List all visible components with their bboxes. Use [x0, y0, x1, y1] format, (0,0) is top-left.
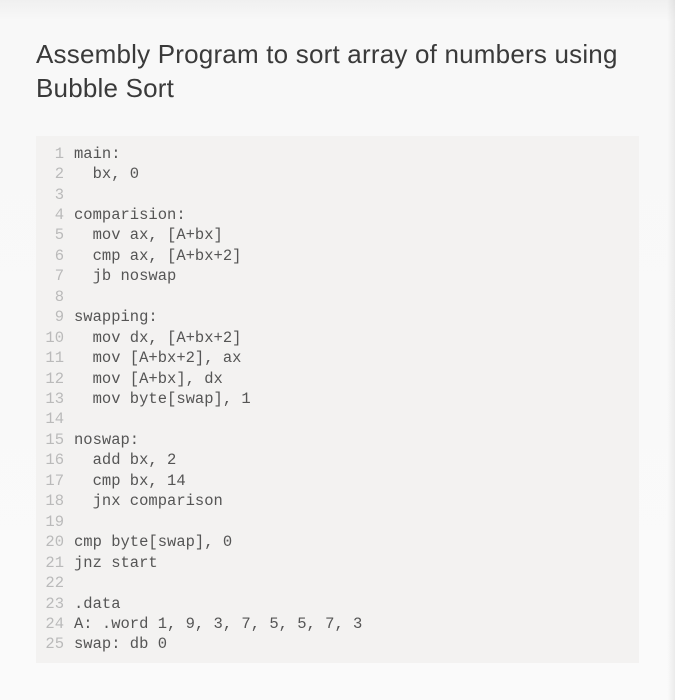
line-code: mov byte[swap], 1 — [74, 389, 639, 409]
line-code: swap: db 0 — [74, 634, 639, 654]
line-number: 23 — [36, 594, 74, 614]
line-number: 3 — [36, 185, 74, 205]
line-number: 19 — [36, 512, 74, 532]
line-number: 10 — [36, 328, 74, 348]
code-line: 24A: .word 1, 9, 3, 7, 5, 5, 7, 3 — [36, 614, 639, 634]
line-code: mov [A+bx+2], ax — [74, 348, 639, 368]
line-code: swapping: — [74, 307, 639, 327]
code-line: 22 — [36, 573, 639, 593]
line-code: bx, 0 — [74, 164, 639, 184]
line-number: 9 — [36, 307, 74, 327]
line-number: 1 — [36, 144, 74, 164]
line-number: 16 — [36, 450, 74, 470]
code-line: 7 jb noswap — [36, 266, 639, 286]
line-code: add bx, 2 — [74, 450, 639, 470]
line-code: .data — [74, 594, 639, 614]
line-number: 25 — [36, 634, 74, 654]
code-line: 15noswap: — [36, 430, 639, 450]
code-line: 3 — [36, 185, 639, 205]
line-code: mov [A+bx], dx — [74, 369, 639, 389]
line-number: 15 — [36, 430, 74, 450]
line-number: 5 — [36, 225, 74, 245]
line-number: 21 — [36, 553, 74, 573]
line-number: 22 — [36, 573, 74, 593]
line-number: 2 — [36, 164, 74, 184]
code-line: 11 mov [A+bx+2], ax — [36, 348, 639, 368]
line-code: comparision: — [74, 205, 639, 225]
code-line: 1main: — [36, 144, 639, 164]
line-number: 6 — [36, 246, 74, 266]
code-line: 17 cmp bx, 14 — [36, 471, 639, 491]
line-number: 14 — [36, 409, 74, 429]
line-code: mov ax, [A+bx] — [74, 225, 639, 245]
line-number: 4 — [36, 205, 74, 225]
code-line: 8 — [36, 287, 639, 307]
code-line: 13 mov byte[swap], 1 — [36, 389, 639, 409]
code-line: 20cmp byte[swap], 0 — [36, 532, 639, 552]
line-code: jnz start — [74, 553, 639, 573]
line-code — [74, 573, 639, 593]
code-line: 14 — [36, 409, 639, 429]
line-code: cmp byte[swap], 0 — [74, 532, 639, 552]
line-code — [74, 512, 639, 532]
code-line: 18 jnx comparison — [36, 491, 639, 511]
line-code — [74, 185, 639, 205]
code-line: 25swap: db 0 — [36, 634, 639, 654]
line-code: A: .word 1, 9, 3, 7, 5, 5, 7, 3 — [74, 614, 639, 634]
code-line: 19 — [36, 512, 639, 532]
code-line: 10 mov dx, [A+bx+2] — [36, 328, 639, 348]
line-number: 12 — [36, 369, 74, 389]
line-number: 20 — [36, 532, 74, 552]
line-code: cmp ax, [A+bx+2] — [74, 246, 639, 266]
line-code — [74, 287, 639, 307]
line-number: 24 — [36, 614, 74, 634]
line-code: jnx comparison — [74, 491, 639, 511]
code-line: 21jnz start — [36, 553, 639, 573]
code-line: 16 add bx, 2 — [36, 450, 639, 470]
line-number: 13 — [36, 389, 74, 409]
line-code: noswap: — [74, 430, 639, 450]
line-number: 18 — [36, 491, 74, 511]
line-code: mov dx, [A+bx+2] — [74, 328, 639, 348]
line-code: jb noswap — [74, 266, 639, 286]
code-line: 12 mov [A+bx], dx — [36, 369, 639, 389]
line-code: main: — [74, 144, 639, 164]
line-code — [74, 409, 639, 429]
line-number: 8 — [36, 287, 74, 307]
line-number: 17 — [36, 471, 74, 491]
code-line: 2 bx, 0 — [36, 164, 639, 184]
code-line: 6 cmp ax, [A+bx+2] — [36, 246, 639, 266]
code-line: 4comparision: — [36, 205, 639, 225]
code-line: 23.data — [36, 594, 639, 614]
line-number: 11 — [36, 348, 74, 368]
code-block: 1main:2 bx, 034comparision:5 mov ax, [A+… — [36, 136, 639, 663]
line-number: 7 — [36, 266, 74, 286]
code-line: 9swapping: — [36, 307, 639, 327]
code-line: 5 mov ax, [A+bx] — [36, 225, 639, 245]
page-title: Assembly Program to sort array of number… — [36, 38, 639, 106]
line-code: cmp bx, 14 — [74, 471, 639, 491]
